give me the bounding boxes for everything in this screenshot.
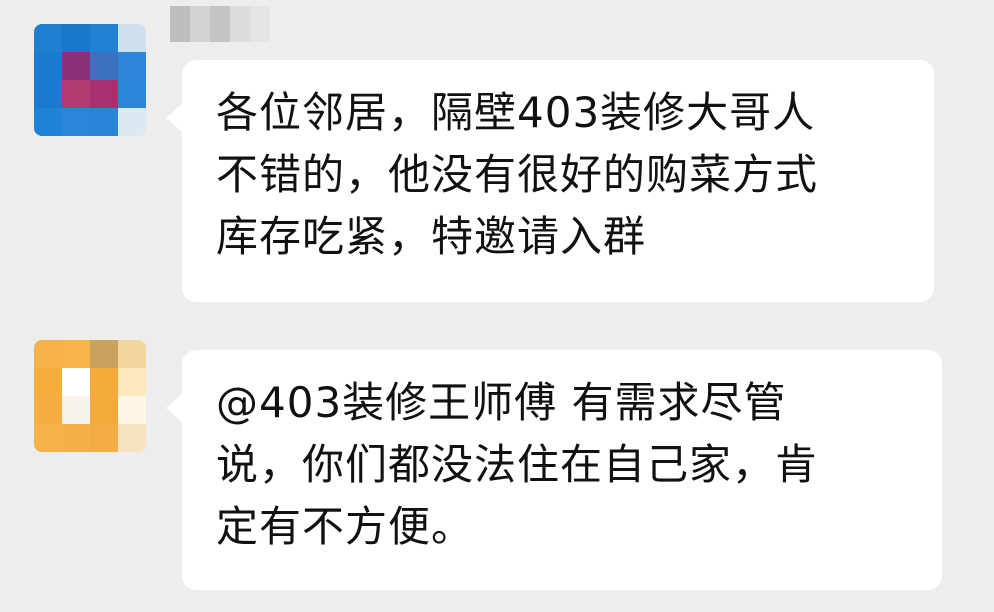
avatar-pixel bbox=[34, 52, 62, 80]
avatar-pixel bbox=[62, 340, 90, 368]
avatar-pixel bbox=[118, 396, 146, 424]
avatar-pixel bbox=[34, 340, 62, 368]
avatar-pixel bbox=[118, 368, 146, 396]
message-bubble: @403装修王师傅 有需求尽管 说，你们都没法住在自己家，肯 定有不方便。 bbox=[166, 350, 942, 590]
avatar[interactable] bbox=[34, 24, 146, 136]
avatar[interactable] bbox=[34, 340, 146, 452]
avatar-pixel bbox=[62, 368, 90, 396]
message-text-line: 说，你们都没法住在自己家，肯 bbox=[216, 440, 819, 489]
avatar-pixel bbox=[90, 24, 118, 52]
avatar-pixel bbox=[34, 424, 62, 452]
avatar-pixel bbox=[90, 340, 118, 368]
message-text-line: 库存吃紧，特邀请入群 bbox=[216, 212, 647, 261]
avatar-pixel bbox=[62, 424, 90, 452]
avatar-pixel bbox=[90, 52, 118, 80]
avatar-pixel bbox=[90, 424, 118, 452]
avatar-pixel bbox=[118, 424, 146, 452]
avatar-pixel bbox=[90, 80, 118, 108]
sender-name-mosaic bbox=[170, 6, 270, 42]
avatar-pixel bbox=[34, 80, 62, 108]
avatar-pixel bbox=[62, 108, 90, 136]
avatar-pixel bbox=[34, 108, 62, 136]
avatar-pixel bbox=[34, 24, 62, 52]
message-bubble: 各位邻居，隔壁403装修大哥人 不错的，他没有很好的购菜方式 库存吃紧，特邀请入… bbox=[166, 60, 934, 302]
message-text-line: 各位邻居，隔壁403装修大哥人 bbox=[216, 88, 816, 137]
avatar-pixel bbox=[62, 80, 90, 108]
avatar-pixel bbox=[34, 368, 62, 396]
avatar-pixel bbox=[62, 52, 90, 80]
avatar-pixel bbox=[118, 108, 146, 136]
avatar-pixel bbox=[90, 108, 118, 136]
avatar-pixel bbox=[118, 24, 146, 52]
avatar-pixel bbox=[118, 80, 146, 108]
avatar-pixel bbox=[118, 52, 146, 80]
avatar-pixel bbox=[118, 340, 146, 368]
message-text-line: 不错的，他没有很好的购菜方式 bbox=[216, 150, 819, 199]
avatar-pixel bbox=[90, 396, 118, 424]
avatar-pixel bbox=[90, 368, 118, 396]
avatar-pixel bbox=[34, 396, 62, 424]
avatar-pixel bbox=[62, 24, 90, 52]
message-text-line: @403装修王师傅 有需求尽管 bbox=[216, 378, 787, 427]
avatar-pixel bbox=[62, 396, 90, 424]
message-text-line: 定有不方便。 bbox=[216, 502, 475, 551]
